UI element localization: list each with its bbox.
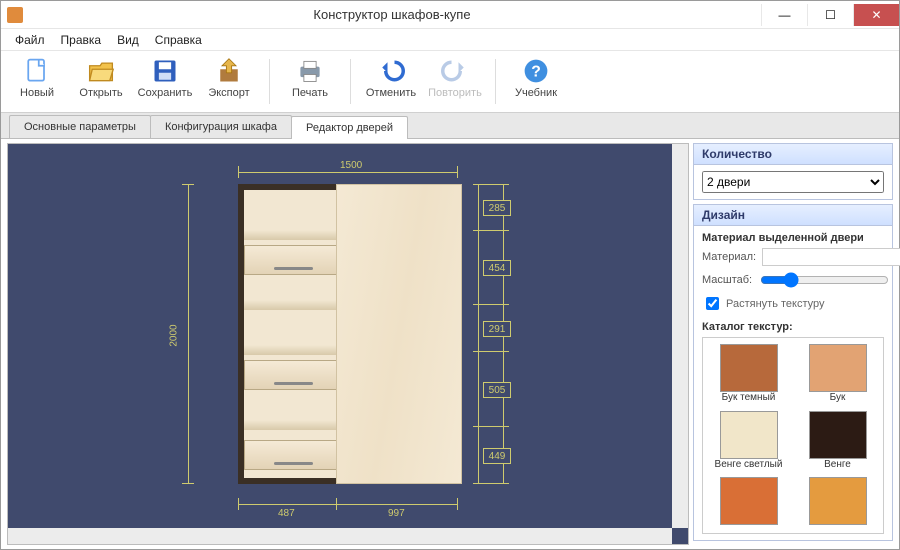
texture-swatch xyxy=(720,344,778,392)
texture-swatch xyxy=(809,344,867,392)
tab-doors[interactable]: Редактор дверей xyxy=(291,116,408,139)
texture-item[interactable]: Венге xyxy=(798,411,877,472)
catalog-label: Каталог текстур: xyxy=(702,321,884,333)
print-button[interactable]: Печать xyxy=(280,55,340,108)
window-title: Конструктор шкафов-купе xyxy=(23,7,761,22)
drawer xyxy=(244,360,344,390)
maximize-icon: ☐ xyxy=(825,8,836,22)
design-panel: Дизайн Материал выделенной двери Материа… xyxy=(693,204,893,541)
stretch-label: Растянуть текстуру xyxy=(726,298,824,310)
undo-button[interactable]: Отменить xyxy=(361,55,421,108)
tab-config[interactable]: Конфигурация шкафа xyxy=(150,115,292,138)
texture-swatch xyxy=(720,477,778,525)
texture-catalog[interactable]: Бук темный Бук Венге светлый Венге xyxy=(702,337,884,534)
texture-swatch xyxy=(720,411,778,459)
texture-item[interactable]: Бук xyxy=(798,344,877,405)
tutorial-button[interactable]: ? Учебник xyxy=(506,55,566,108)
tab-basic[interactable]: Основные параметры xyxy=(9,115,151,138)
toolbar: Новый Открыть Сохранить Экспорт Печать О… xyxy=(1,51,899,113)
texture-swatch xyxy=(809,411,867,459)
scale-label: Масштаб: xyxy=(702,274,752,286)
toolbar-separator xyxy=(269,59,270,104)
dim-seg-5: 449 xyxy=(483,448,511,464)
sliding-door[interactable] xyxy=(336,184,462,484)
quantity-panel: Количество 2 двери xyxy=(693,143,893,200)
export-icon xyxy=(215,57,243,85)
app-icon xyxy=(7,7,23,23)
side-panel: Количество 2 двери Дизайн Материал выдел… xyxy=(693,143,893,545)
menu-edit[interactable]: Правка xyxy=(53,29,110,50)
canvas-scrollbar-horizontal[interactable] xyxy=(8,528,672,544)
titlebar: Конструктор шкафов-купе — ☐ ✕ xyxy=(1,1,899,29)
menu-view[interactable]: Вид xyxy=(109,29,147,50)
close-button[interactable]: ✕ xyxy=(853,4,899,26)
new-button[interactable]: Новый xyxy=(7,55,67,108)
quantity-header: Количество xyxy=(694,144,892,165)
dim-total-height: 2000 xyxy=(169,324,180,346)
menu-help[interactable]: Справка xyxy=(147,29,210,50)
toolbar-separator xyxy=(495,59,496,104)
dim-bottom-left: 487 xyxy=(278,508,295,519)
redo-button[interactable]: Повторить xyxy=(425,55,485,108)
dim-seg-4: 505 xyxy=(483,382,511,398)
texture-item[interactable] xyxy=(709,477,788,527)
texture-swatch xyxy=(809,477,867,525)
undo-icon xyxy=(377,57,405,85)
menu-file[interactable]: Файл xyxy=(7,29,53,50)
material-input[interactable] xyxy=(762,248,900,266)
menubar: Файл Правка Вид Справка xyxy=(1,29,899,51)
save-icon xyxy=(151,57,179,85)
open-icon xyxy=(87,57,115,85)
texture-item[interactable]: Бук темный xyxy=(709,344,788,405)
close-icon: ✕ xyxy=(871,8,881,22)
svg-text:?: ? xyxy=(531,63,541,80)
minimize-icon: — xyxy=(779,8,791,22)
drawing-canvas[interactable]: 1500 2000 xyxy=(7,143,689,545)
material-label: Материал: xyxy=(702,251,756,263)
tab-bar: Основные параметры Конфигурация шкафа Ре… xyxy=(1,113,899,139)
minimize-button[interactable]: — xyxy=(761,4,807,26)
texture-item[interactable]: Венге светлый xyxy=(709,411,788,472)
material-section-title: Материал выделенной двери xyxy=(702,232,884,244)
toolbar-separator xyxy=(350,59,351,104)
canvas-scrollbar-vertical[interactable] xyxy=(672,144,688,528)
design-header: Дизайн xyxy=(694,205,892,226)
app-window: Конструктор шкафов-купе — ☐ ✕ Файл Правк… xyxy=(0,0,900,550)
content-area: 1500 2000 xyxy=(1,139,899,549)
stretch-checkbox[interactable] xyxy=(706,297,719,310)
drawer xyxy=(244,245,344,275)
door-count-select[interactable]: 2 двери xyxy=(702,171,884,193)
dim-seg-3: 291 xyxy=(483,321,511,337)
help-icon: ? xyxy=(522,57,550,85)
scale-slider[interactable] xyxy=(760,272,889,288)
open-button[interactable]: Открыть xyxy=(71,55,131,108)
drawer xyxy=(244,440,344,470)
dim-seg-1: 285 xyxy=(483,200,511,216)
dim-total-width: 1500 xyxy=(340,160,362,171)
export-button[interactable]: Экспорт xyxy=(199,55,259,108)
print-icon xyxy=(296,57,324,85)
dim-seg-2: 454 xyxy=(483,260,511,276)
texture-item[interactable] xyxy=(798,477,877,527)
redo-icon xyxy=(441,57,469,85)
maximize-button[interactable]: ☐ xyxy=(807,4,853,26)
save-button[interactable]: Сохранить xyxy=(135,55,195,108)
dim-bottom-right: 997 xyxy=(388,508,405,519)
new-icon xyxy=(23,57,51,85)
